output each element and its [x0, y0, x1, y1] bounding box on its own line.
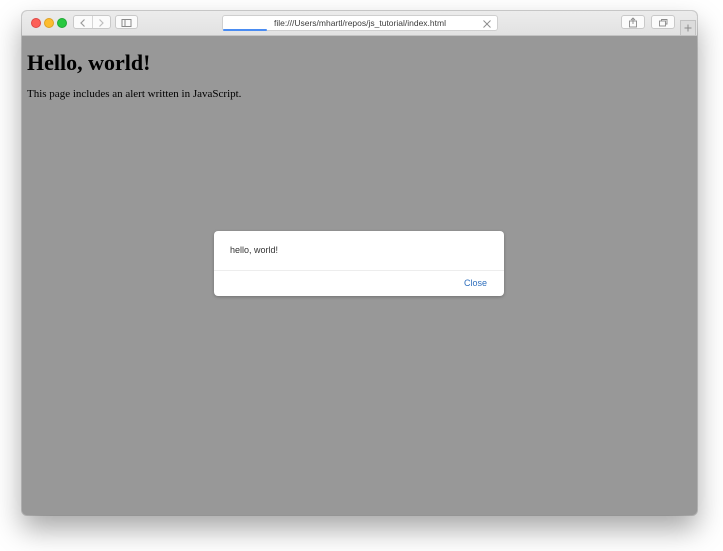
- alert-dialog: hello, world! Close: [214, 231, 504, 296]
- address-bar[interactable]: file:///Users/mhartl/repos/js_tutorial/i…: [222, 15, 498, 31]
- close-icon: [483, 20, 491, 28]
- browser-window: file:///Users/mhartl/repos/js_tutorial/i…: [22, 11, 697, 515]
- page-paragraph: This page includes an alert written in J…: [27, 88, 242, 100]
- back-button[interactable]: [74, 16, 93, 28]
- forward-button[interactable]: [92, 16, 110, 28]
- sidebar-button[interactable]: [115, 15, 138, 29]
- alert-close-button[interactable]: Close: [464, 278, 487, 288]
- share-icon: [629, 17, 637, 28]
- chevron-left-icon: [80, 19, 85, 27]
- alert-message: hello, world!: [230, 245, 279, 255]
- tabs-icon: [659, 19, 668, 27]
- address-url: file:///Users/mhartl/repos/js_tutorial/i…: [274, 18, 446, 28]
- new-tab-button[interactable]: [680, 20, 696, 36]
- page-content: Hello, world! This page includes an aler…: [22, 36, 697, 515]
- browser-toolbar: file:///Users/mhartl/repos/js_tutorial/i…: [22, 11, 697, 36]
- share-button[interactable]: [621, 15, 645, 29]
- window-zoom-button[interactable]: [57, 18, 67, 28]
- navigation-buttons: [73, 15, 111, 29]
- stop-loading-button[interactable]: [481, 17, 493, 29]
- window-minimize-button[interactable]: [44, 18, 54, 28]
- page-heading: Hello, world!: [27, 50, 151, 75]
- chevron-right-icon: [99, 19, 104, 27]
- plus-icon: [684, 24, 692, 32]
- alert-divider: [214, 270, 504, 271]
- page-load-progress-bar: [223, 29, 267, 31]
- show-tabs-button[interactable]: [651, 15, 675, 29]
- window-close-button[interactable]: [31, 18, 41, 28]
- sidebar-icon: [121, 19, 132, 27]
